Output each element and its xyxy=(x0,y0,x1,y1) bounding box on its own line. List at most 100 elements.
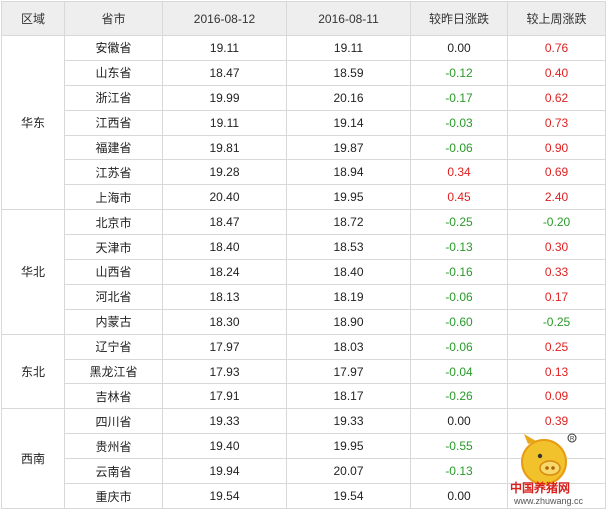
price-date2-cell: 18.19 xyxy=(286,283,411,310)
table-row: 华东 安徽省 19.11 19.11 0.00 0.76 xyxy=(1,34,606,211)
day-change-cell: -0.26 xyxy=(410,383,508,410)
province-cell: 河北省 xyxy=(64,283,163,310)
price-date1-cell: 19.99 xyxy=(162,84,287,111)
week-change-cell: 0.69 xyxy=(507,159,606,186)
price-date1-cell: 17.97 xyxy=(162,333,287,360)
day-change-cell: -0.16 xyxy=(410,259,508,285)
province-cell: 云南省 xyxy=(64,458,163,485)
region-cell: 华北 xyxy=(1,209,65,335)
day-change-cell: -0.04 xyxy=(410,358,508,385)
price-date2-cell: 18.94 xyxy=(286,159,411,186)
week-change-cell: 0.33 xyxy=(507,259,606,285)
week-change-cell: 0.90 xyxy=(507,134,606,161)
price-date2-cell: 18.53 xyxy=(286,234,411,261)
watermark-url: www.zhuwang.cc xyxy=(514,496,584,506)
week-change-cell: 0.30 xyxy=(507,234,606,261)
price-date1-cell: 19.28 xyxy=(162,159,287,186)
price-date2-cell: 19.14 xyxy=(286,109,411,136)
price-date2-cell: 19.95 xyxy=(286,433,411,460)
header-day-change: 较昨日涨跌 xyxy=(410,1,508,36)
table-row: 华北 北京市 18.47 18.72 -0.25 -0.20 xyxy=(1,209,606,335)
week-change-cell: 0.13 xyxy=(507,358,606,385)
price-date1-cell: 18.40 xyxy=(162,234,287,261)
price-date1-cell: 17.93 xyxy=(162,358,287,385)
price-date2-cell: 18.17 xyxy=(286,383,411,410)
day-change-cell: 0.00 xyxy=(410,35,508,61)
price-date1-cell: 19.94 xyxy=(162,458,287,485)
price-date2-cell: 17.97 xyxy=(286,358,411,385)
price-date1-cell: 18.13 xyxy=(162,283,287,310)
day-change-cell: -0.17 xyxy=(410,84,508,111)
province-cell: 四川省 xyxy=(64,408,163,435)
province-cell: 内蒙古 xyxy=(64,308,163,335)
day-change-cell: -0.06 xyxy=(410,283,508,310)
table-row: 河北省 18.13 18.19 -0.06 0.17 xyxy=(2,283,606,310)
header-province: 省市 xyxy=(64,1,163,36)
week-change-cell: 0.40 xyxy=(507,59,606,86)
day-change-cell: -0.13 xyxy=(410,234,508,261)
price-date1-cell: 19.33 xyxy=(162,408,287,435)
header-region: 区域 xyxy=(1,1,65,36)
province-cell: 江西省 xyxy=(64,109,163,136)
province-cell: 山东省 xyxy=(64,59,163,86)
province-cell: 上海市 xyxy=(64,184,163,211)
day-change-cell: -0.12 xyxy=(410,59,508,86)
price-date2-cell: 18.03 xyxy=(286,333,411,360)
price-date2-cell: 20.16 xyxy=(286,84,411,111)
province-cell: 贵州省 xyxy=(64,433,163,460)
day-change-cell: -0.25 xyxy=(410,209,508,236)
table-row: 上海市 20.40 19.95 0.45 2.40 xyxy=(2,184,606,211)
week-change-cell: -0.20 xyxy=(507,209,606,236)
price-date1-cell: 18.47 xyxy=(162,209,287,236)
region-cell: 东北 xyxy=(1,333,65,410)
price-date1-cell: 19.81 xyxy=(162,134,287,161)
svg-text:R: R xyxy=(570,437,575,443)
table-row: 福建省 19.81 19.87 -0.06 0.90 xyxy=(2,134,606,161)
region-cell: 西南 xyxy=(1,408,65,509)
week-change-cell: -0.25 xyxy=(507,308,606,335)
region-cell: 华东 xyxy=(1,34,65,211)
price-date2-cell: 19.54 xyxy=(286,483,411,509)
day-change-cell: 0.45 xyxy=(410,184,508,211)
table-row: 山东省 18.47 18.59 -0.12 0.40 xyxy=(2,59,606,86)
day-change-cell: -0.55 xyxy=(410,433,508,460)
table-row: 山西省 18.24 18.40 -0.16 0.33 xyxy=(2,259,606,285)
table-row: 吉林省 17.91 18.17 -0.26 0.09 xyxy=(2,383,606,410)
price-date2-cell: 18.59 xyxy=(286,59,411,86)
table-row: 江苏省 19.28 18.94 0.34 0.69 xyxy=(2,159,606,186)
price-date1-cell: 18.30 xyxy=(162,308,287,335)
province-cell: 江苏省 xyxy=(64,159,163,186)
day-change-cell: -0.13 xyxy=(410,458,508,485)
week-change-cell: 0.25 xyxy=(507,333,606,360)
table-row: 东北 辽宁省 17.97 18.03 -0.06 0.25 xyxy=(1,333,606,410)
province-cell: 安徽省 xyxy=(64,35,163,61)
day-change-cell: -0.06 xyxy=(410,134,508,161)
week-change-cell: 0.62 xyxy=(507,84,606,111)
province-cell: 北京市 xyxy=(64,209,163,236)
week-change-cell: 0.76 xyxy=(507,35,606,61)
week-change-cell: 0.09 xyxy=(507,383,606,410)
week-change-cell: 0.17 xyxy=(507,283,606,310)
header-week-change: 较上周涨跌 xyxy=(507,1,606,36)
day-change-cell: -0.06 xyxy=(410,333,508,360)
price-date2-cell: 20.07 xyxy=(286,458,411,485)
day-change-cell: -0.60 xyxy=(410,308,508,335)
province-cell: 山西省 xyxy=(64,259,163,285)
province-cell: 天津市 xyxy=(64,234,163,261)
price-date1-cell: 18.47 xyxy=(162,59,287,86)
province-cell: 黑龙江省 xyxy=(64,358,163,385)
table-row: 内蒙古 18.30 18.90 -0.60 -0.25 xyxy=(2,308,606,335)
price-date2-cell: 18.40 xyxy=(286,259,411,285)
day-change-cell: -0.03 xyxy=(410,109,508,136)
price-date1-cell: 19.54 xyxy=(162,483,287,509)
header-row: 区域 省市 2016-08-12 2016-08-11 较昨日涨跌 较上周涨跌 xyxy=(1,1,606,36)
day-change-cell: 0.00 xyxy=(410,483,508,509)
price-date1-cell: 17.91 xyxy=(162,383,287,410)
province-cell: 重庆市 xyxy=(64,483,163,509)
price-date2-cell: 18.90 xyxy=(286,308,411,335)
table-row: 黑龙江省 17.93 17.97 -0.04 0.13 xyxy=(2,358,606,385)
price-date2-cell: 19.95 xyxy=(286,184,411,211)
day-change-cell: 0.00 xyxy=(410,408,508,435)
table-row: 江西省 19.11 19.14 -0.03 0.73 xyxy=(2,109,606,136)
price-date2-cell: 18.72 xyxy=(286,209,411,236)
